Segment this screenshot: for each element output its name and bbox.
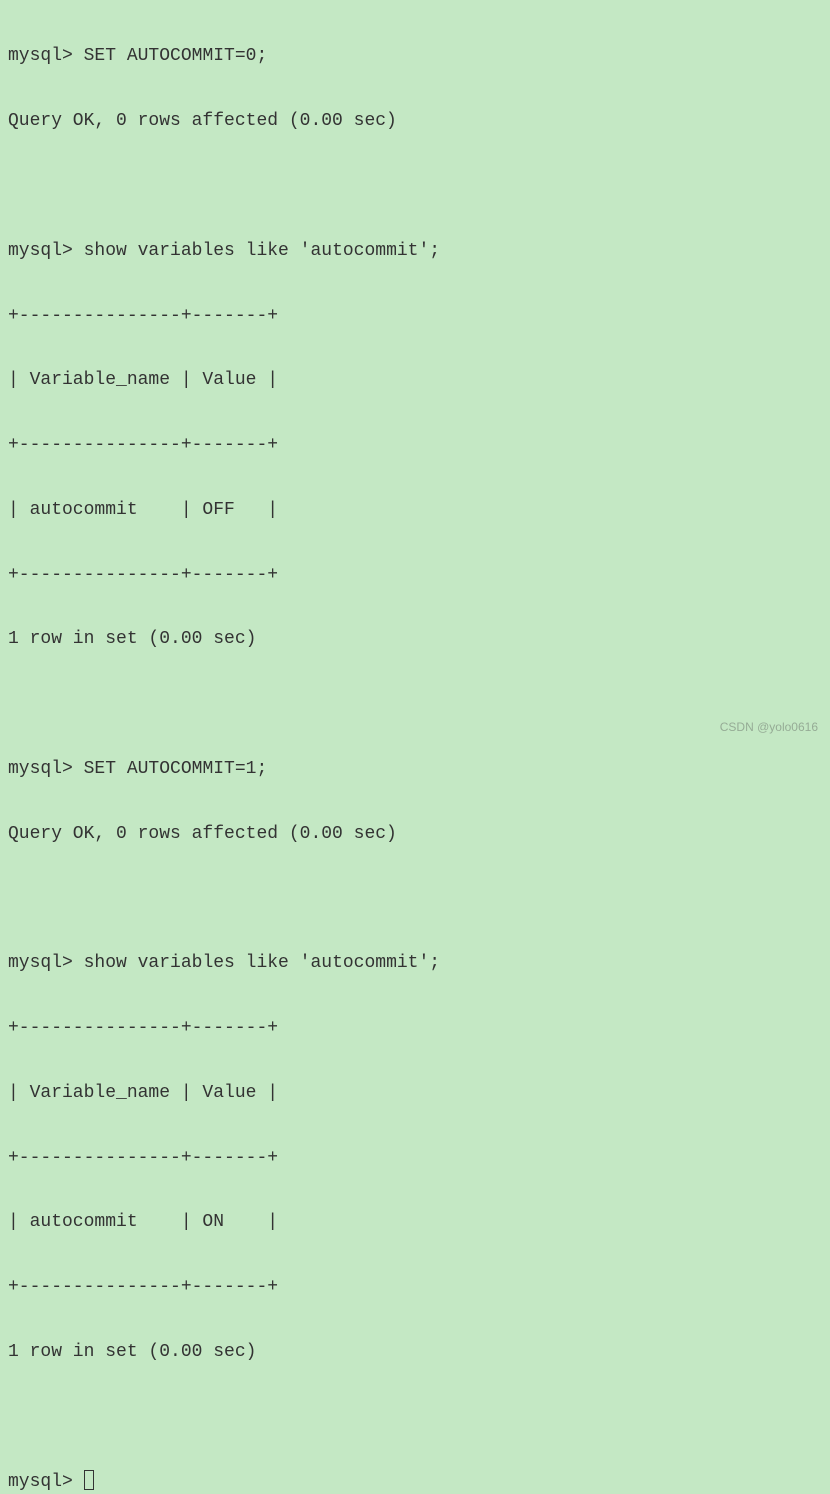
sql-command: show variables like 'autocommit'; xyxy=(84,953,440,973)
blank-line xyxy=(8,688,822,720)
prompt: mysql> xyxy=(8,953,84,973)
table-border: +---------------+-------+ xyxy=(8,1012,822,1044)
terminal-output: mysql> SET AUTOCOMMIT=0; Query OK, 0 row… xyxy=(8,8,822,1494)
cursor-icon xyxy=(84,1470,94,1490)
query-result: Query OK, 0 rows affected (0.00 sec) xyxy=(8,105,822,137)
table-border: +---------------+-------+ xyxy=(8,559,822,591)
result-footer: 1 row in set (0.00 sec) xyxy=(8,1336,822,1368)
prompt: mysql> xyxy=(8,241,84,261)
table-header: | Variable_name | Value | xyxy=(8,364,822,396)
blank-line xyxy=(8,170,822,202)
command-line: mysql> show variables like 'autocommit'; xyxy=(8,947,822,979)
table-border: +---------------+-------+ xyxy=(8,429,822,461)
prompt: mysql> xyxy=(8,46,84,66)
sql-command: SET AUTOCOMMIT=1; xyxy=(84,759,268,779)
table-border: +---------------+-------+ xyxy=(8,1271,822,1303)
table-border: +---------------+-------+ xyxy=(8,300,822,332)
sql-command: SET AUTOCOMMIT=0; xyxy=(84,46,268,66)
blank-line xyxy=(8,1401,822,1433)
command-line[interactable]: mysql> xyxy=(8,1466,822,1494)
command-line: mysql> SET AUTOCOMMIT=0; xyxy=(8,40,822,72)
table-row: | autocommit | ON | xyxy=(8,1206,822,1238)
sql-command: show variables like 'autocommit'; xyxy=(84,241,440,261)
table-header: | Variable_name | Value | xyxy=(8,1077,822,1109)
result-footer: 1 row in set (0.00 sec) xyxy=(8,623,822,655)
blank-line xyxy=(8,883,822,915)
prompt: mysql> xyxy=(8,1472,84,1492)
command-line: mysql> SET AUTOCOMMIT=1; xyxy=(8,753,822,785)
prompt: mysql> xyxy=(8,759,84,779)
watermark-text: CSDN @yolo0616 xyxy=(720,717,818,739)
table-border: +---------------+-------+ xyxy=(8,1142,822,1174)
command-line: mysql> show variables like 'autocommit'; xyxy=(8,235,822,267)
table-row: | autocommit | OFF | xyxy=(8,494,822,526)
query-result: Query OK, 0 rows affected (0.00 sec) xyxy=(8,818,822,850)
